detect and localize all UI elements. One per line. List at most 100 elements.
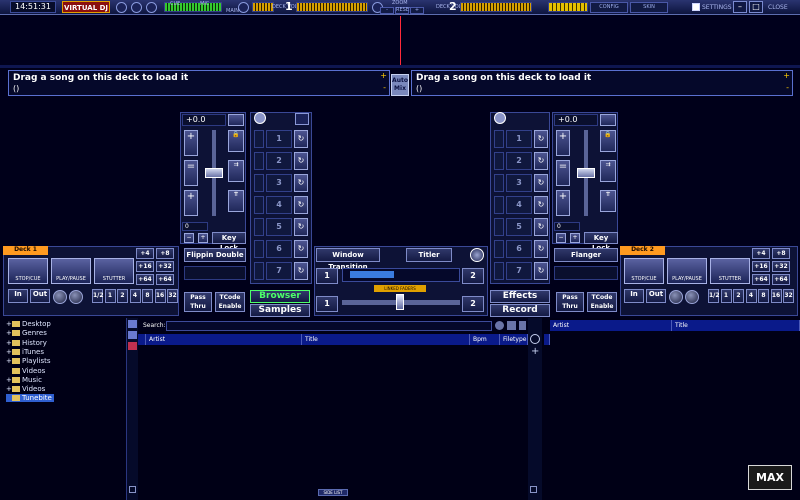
transition-right-button[interactable]: 2 <box>462 268 484 284</box>
tree-item-0[interactable]: + Desktop <box>6 320 53 328</box>
headphones-icon[interactable] <box>116 2 127 13</box>
speaker-icon[interactable] <box>146 2 157 13</box>
deck_left-hotcue-dot-4[interactable] <box>254 218 264 236</box>
col-title[interactable]: Title <box>302 334 470 345</box>
deck_right-loop-1[interactable]: 1 <box>720 289 732 303</box>
transition-left-button[interactable]: 1 <box>316 268 338 284</box>
deck_right-beatjump-0[interactable]: +4 <box>752 248 770 259</box>
deck-1-pass-thru-button[interactable]: Pass Thru <box>184 292 212 312</box>
filter-folder-icon[interactable] <box>128 331 137 339</box>
deck-1-lock-icon[interactable]: 🔒 <box>228 130 244 152</box>
deck_right-hotcue-6[interactable]: 6 <box>506 240 532 258</box>
tree-item-6[interactable]: + Music <box>6 376 44 384</box>
deck_left-beatjump-5[interactable]: +64 <box>156 274 174 285</box>
deck-2-stop-cue-button[interactable]: STOP/CUE <box>624 258 664 284</box>
deck_right-hotcue-dot-6[interactable] <box>494 262 504 280</box>
add-folder-icon[interactable] <box>128 320 137 328</box>
zoom-minus-button[interactable]: - <box>380 7 394 14</box>
deck-1-pitch-down-button[interactable]: = <box>184 160 198 186</box>
deck-1-loop-knob[interactable] <box>53 290 67 304</box>
deck_left-hotcue-dot-6[interactable] <box>254 262 264 280</box>
deck_right-hotcue-2[interactable]: 2 <box>506 152 532 170</box>
automix-button[interactable]: Auto Mix <box>391 74 409 96</box>
deck-1-loop-in-button[interactable]: In <box>8 289 28 303</box>
tree-item-1[interactable]: + Genres <box>6 329 49 337</box>
config-button[interactable]: CONFIG <box>590 2 628 13</box>
side-col-selector[interactable] <box>544 334 550 345</box>
sidelist-add-icon[interactable]: + <box>531 346 539 357</box>
deck_right-hotcue-delete-icon-1[interactable]: ↻ <box>534 152 548 170</box>
samples-button[interactable]: Samples <box>250 304 310 317</box>
deck_right-hotcue-dot-1[interactable] <box>494 152 504 170</box>
col-filetype[interactable]: Filetype <box>500 334 528 345</box>
deck-1-key-minus[interactable]: − <box>184 233 194 243</box>
deck_left-hotcue-dot-0[interactable] <box>254 130 264 148</box>
deck-2-play-pause-button[interactable]: PLAY/PAUSE <box>667 258 707 284</box>
deck_right-hotcue-dot-5[interactable] <box>494 240 504 258</box>
deck-2-stutter-button[interactable]: STUTTER <box>710 258 750 284</box>
deck-2-sync-button[interactable]: ⇉ <box>600 160 616 182</box>
deck-1-key-lock-button[interactable]: Key Lock <box>212 232 246 252</box>
deck-2-pass-thru-button[interactable]: Pass Thru <box>556 292 584 312</box>
deck_left-loop-5[interactable]: 16 <box>154 289 166 303</box>
deck-1-shift-knob[interactable] <box>69 290 83 304</box>
deck_right-beatjump-4[interactable]: +64 <box>752 274 770 285</box>
master-volume-knob-icon[interactable] <box>238 2 249 13</box>
deck-2-minus-button[interactable]: - <box>786 83 789 92</box>
deck_left-loop-0[interactable]: 1/2 <box>92 289 104 303</box>
settings-checkbox[interactable] <box>692 3 700 11</box>
song-list[interactable] <box>138 331 528 500</box>
settings-label[interactable]: SETTINGS <box>702 4 732 11</box>
deck_left-hotcue-6[interactable]: 6 <box>266 240 292 258</box>
deck-2-key-minus[interactable]: − <box>556 233 566 243</box>
effects-button[interactable]: Effects <box>490 290 550 303</box>
tree-lock-icon[interactable] <box>129 486 136 493</box>
minimize-icon[interactable]: – <box>733 1 747 13</box>
deck_left-hotcue-7[interactable]: 7 <box>266 262 292 280</box>
deck_left-loop-6[interactable]: 32 <box>167 289 178 303</box>
deck-1-pitch-up-button[interactable]: + <box>184 130 198 156</box>
deck_right-beatjump-2[interactable]: +16 <box>752 261 770 272</box>
deck-1-pitch-slider-handle[interactable] <box>205 168 223 178</box>
deck-1-effect-select[interactable]: Flippin Double <box>184 248 246 262</box>
deck-2-nudge-button[interactable]: + <box>556 190 570 216</box>
tree-item-7[interactable]: + Videos <box>6 385 47 393</box>
deck_left-hotcue-1[interactable]: 1 <box>266 130 292 148</box>
deck_left-hotcue-3[interactable]: 3 <box>266 174 292 192</box>
deck_left-beatjump-3[interactable]: +32 <box>156 261 174 272</box>
deck_right-loop-5[interactable]: 16 <box>770 289 782 303</box>
deck-2-key-plus[interactable]: + <box>570 233 580 243</box>
deck_right-hotcue-delete-icon-2[interactable]: ↻ <box>534 174 548 192</box>
deck_left-loop-3[interactable]: 4 <box>129 289 141 303</box>
deck_right-beatjump-3[interactable]: +32 <box>772 261 790 272</box>
col-artist[interactable]: Artist <box>146 334 302 345</box>
linked-faders-label[interactable]: LINKED FADERS <box>374 285 426 292</box>
deck_left-beatjump-2[interactable]: +16 <box>136 261 154 272</box>
sidelist-close-icon[interactable] <box>530 334 540 344</box>
deck-2-gain-knob[interactable] <box>494 112 506 124</box>
deck-2-shift-knob[interactable] <box>685 290 699 304</box>
tree-item-5[interactable]: Videos <box>6 367 47 375</box>
deck-1-plus-button[interactable]: + <box>380 71 387 80</box>
deck_right-hotcue-delete-icon-0[interactable]: ↻ <box>534 130 548 148</box>
deck-2-plus-button[interactable]: + <box>783 71 790 80</box>
favorite-folder-icon[interactable] <box>128 342 137 350</box>
deck_left-hotcue-delete-icon-1[interactable]: ↻ <box>294 152 308 170</box>
side-list-toggle[interactable]: SIDE LIST <box>318 489 348 496</box>
deck-1-nudge-button[interactable]: + <box>184 190 198 216</box>
video-fx-knob[interactable] <box>470 248 484 262</box>
deck_left-hotcue-2[interactable]: 2 <box>266 152 292 170</box>
deck_right-hotcue-dot-0[interactable] <box>494 130 504 148</box>
deck_right-hotcue-dot-2[interactable] <box>494 174 504 192</box>
zoom-reset-button[interactable]: RESET <box>395 7 412 14</box>
deck_left-hotcue-5[interactable]: 5 <box>266 218 292 236</box>
search-options-icon[interactable] <box>495 321 504 330</box>
deck_left-hotcue-delete-icon-0[interactable]: ↻ <box>294 130 308 148</box>
deck_left-loop-1[interactable]: 1 <box>104 289 116 303</box>
deck_left-hotcue-delete-icon-2[interactable]: ↻ <box>294 174 308 192</box>
tree-item-4[interactable]: + Playlists <box>6 357 53 365</box>
deck-2-song-info[interactable]: Drag a song on this deck to load it () +… <box>411 70 793 96</box>
deck_right-hotcue-4[interactable]: 4 <box>506 196 532 214</box>
deck-2-loop-in-button[interactable]: In <box>624 289 644 303</box>
deck_left-hotcue-dot-1[interactable] <box>254 152 264 170</box>
